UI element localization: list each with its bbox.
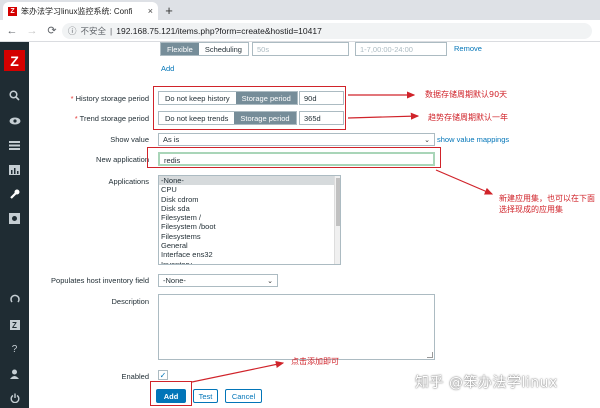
enabled-label: Enabled xyxy=(121,372,149,381)
description-textarea[interactable] xyxy=(158,294,435,360)
applications-option[interactable]: CPU xyxy=(159,185,340,194)
applications-label: Applications xyxy=(108,177,149,186)
trend-note: 趋势存储周期默认一年 xyxy=(428,113,508,122)
inventory-label: Populates host inventory field xyxy=(51,276,149,285)
insecure-icon: ⓘ xyxy=(68,26,77,36)
applications-listbox[interactable]: -None- CPU Disk cdrom Disk sda Filesystem / F… xyxy=(158,175,341,265)
help-icon[interactable]: ? xyxy=(7,342,22,357)
chevron-down-icon: ⌄ xyxy=(267,277,273,285)
enabled-checkbox[interactable]: ✓ xyxy=(158,370,168,380)
add-note: 点击添加即可 xyxy=(291,357,339,366)
mode-scheduling-option[interactable]: Scheduling xyxy=(199,43,248,55)
remove-link[interactable]: Remove xyxy=(454,44,482,53)
add-interval-link[interactable]: Add xyxy=(161,64,174,73)
show-value-label: Show value xyxy=(110,135,149,144)
applications-option[interactable]: Filesystem / xyxy=(159,213,340,222)
history-note: 数据存储周期默认90天 xyxy=(425,90,508,99)
show-value-mappings-link[interactable]: show value mappings xyxy=(437,135,509,144)
description-label: Description xyxy=(111,297,149,306)
wrench-icon[interactable] xyxy=(7,187,22,202)
applications-option[interactable]: Disk cdrom xyxy=(159,195,340,204)
url-text: 192.168.75.121/items.php?form=create&hos… xyxy=(116,26,322,36)
mode-flexible-option[interactable]: Flexible xyxy=(161,43,199,55)
list-icon[interactable] xyxy=(7,138,22,153)
eye-icon[interactable] xyxy=(7,113,22,128)
application-highlight-box xyxy=(147,147,441,168)
inventory-selected: -None- xyxy=(163,276,186,285)
cog-icon[interactable] xyxy=(7,211,22,226)
interval-input[interactable]: 50s xyxy=(252,42,349,56)
reload-icon[interactable]: ⟳ xyxy=(44,23,60,39)
applications-scrollbar[interactable] xyxy=(334,176,340,264)
browser-tab-strip: Z 笨办法学习linux监控系统: Confi × + xyxy=(0,0,600,20)
add-highlight-box xyxy=(150,381,192,406)
resize-handle[interactable] xyxy=(427,352,433,358)
tab-title: 笨办法学习linux监控系统: Confi xyxy=(21,6,133,16)
applications-option[interactable]: Filesystem /boot xyxy=(159,222,340,231)
forward-icon[interactable]: → xyxy=(24,23,40,39)
new-application-label: New application xyxy=(96,155,149,164)
chevron-down-icon: ⌄ xyxy=(424,136,430,144)
chart-icon[interactable] xyxy=(7,162,22,177)
test-button[interactable]: Test xyxy=(193,389,218,403)
zabbix-sidebar: Z Z ? xyxy=(0,42,29,408)
tab-close-icon[interactable]: × xyxy=(148,6,153,16)
address-bar[interactable]: ⓘ 不安全 | 192.168.75.121/items.php?form=cr… xyxy=(62,23,592,39)
watermark: 知乎 @笨办法学linux xyxy=(415,375,558,391)
applications-option[interactable]: -None- xyxy=(159,176,340,186)
browser-tab[interactable]: Z 笨办法学习linux监控系统: Confi × xyxy=(3,2,158,20)
zabbix-logo[interactable]: Z xyxy=(4,50,25,71)
interval-type-toggle: Flexible Scheduling xyxy=(160,42,249,56)
insecure-label: 不安全 xyxy=(80,26,107,36)
application-note: 新建应用集，也可以在下面选择现成的应用集 xyxy=(499,194,595,214)
support-icon[interactable] xyxy=(7,291,22,306)
share-icon[interactable]: Z xyxy=(7,317,22,332)
trend-label: Trend storage period xyxy=(29,114,149,123)
applications-option[interactable]: General xyxy=(159,241,340,250)
applications-option[interactable]: Interface ens32 xyxy=(159,250,340,259)
show-value-select[interactable]: As is ⌄ xyxy=(158,133,435,146)
user-icon[interactable] xyxy=(7,366,22,381)
back-icon[interactable]: ← xyxy=(4,23,20,39)
applications-option[interactable]: Filesystems xyxy=(159,232,340,241)
show-value-selected: As is xyxy=(163,135,180,144)
history-label: History storage period xyxy=(29,94,149,103)
separator: | xyxy=(110,26,113,36)
inventory-select[interactable]: -None- ⌄ xyxy=(158,274,278,287)
applications-option[interactable]: Disk sda xyxy=(159,204,340,213)
period-input[interactable]: 1-7,00:00-24:00 xyxy=(355,42,447,56)
applications-option[interactable]: Inventory xyxy=(159,260,340,264)
storage-highlight-box xyxy=(153,86,346,130)
power-icon[interactable] xyxy=(7,390,22,405)
cancel-button[interactable]: Cancel xyxy=(225,389,262,403)
new-tab-button[interactable]: + xyxy=(161,2,177,18)
zabbix-favicon-icon: Z xyxy=(8,6,17,16)
browser-toolbar: ← → ⟳ ⓘ 不安全 | 192.168.75.121/items.php?f… xyxy=(0,20,600,42)
search-icon[interactable] xyxy=(7,88,22,103)
svg-text:Z: Z xyxy=(12,321,17,330)
